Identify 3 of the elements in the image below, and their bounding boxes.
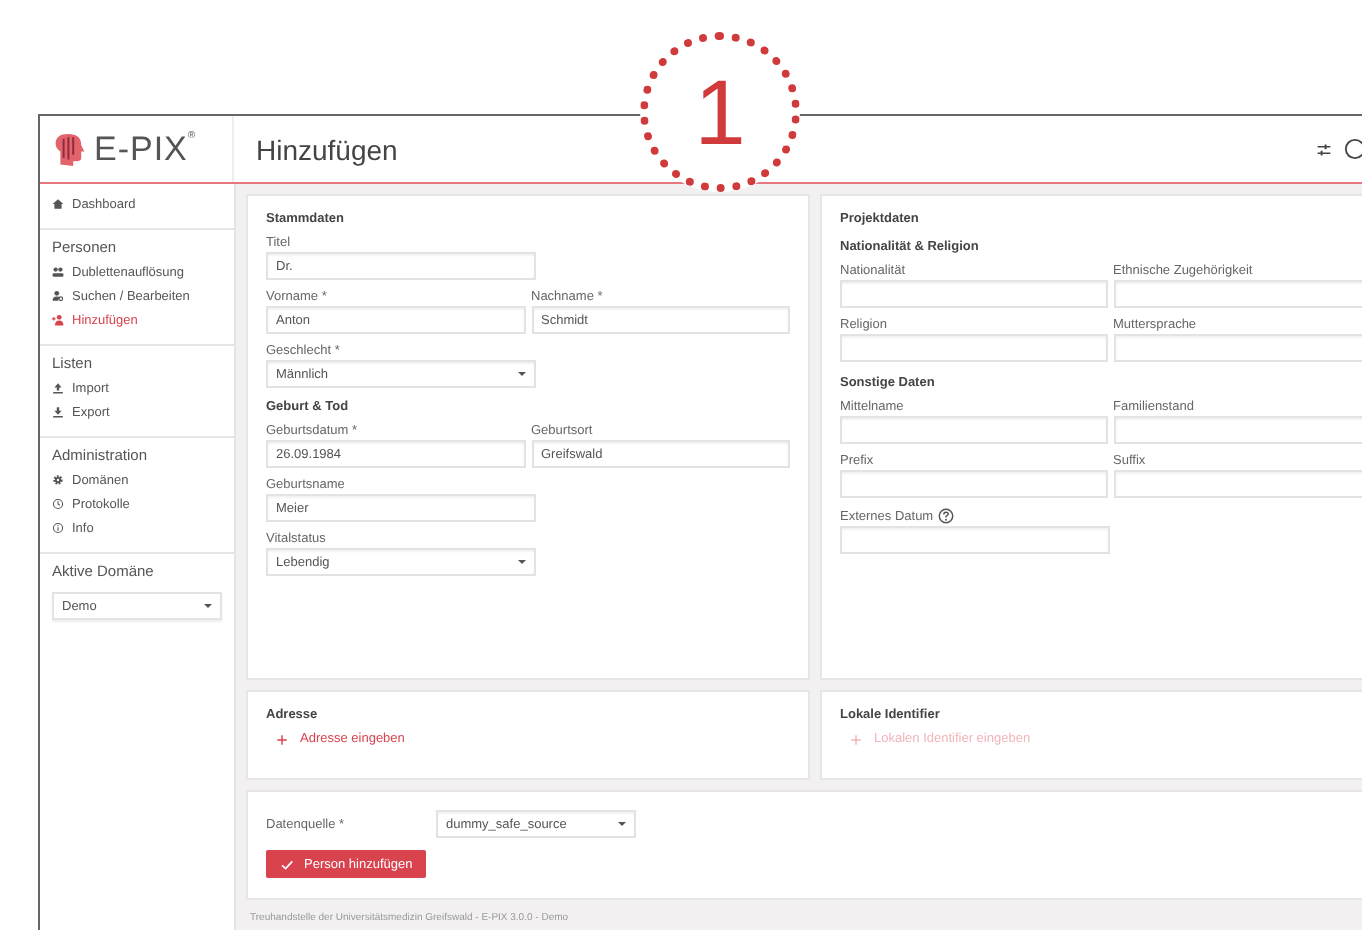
page-title: Hinzufügen (254, 133, 400, 165)
step-marker: 1 (640, 32, 800, 192)
app-logo-text: E-PIX$^{®}$ (94, 129, 197, 169)
